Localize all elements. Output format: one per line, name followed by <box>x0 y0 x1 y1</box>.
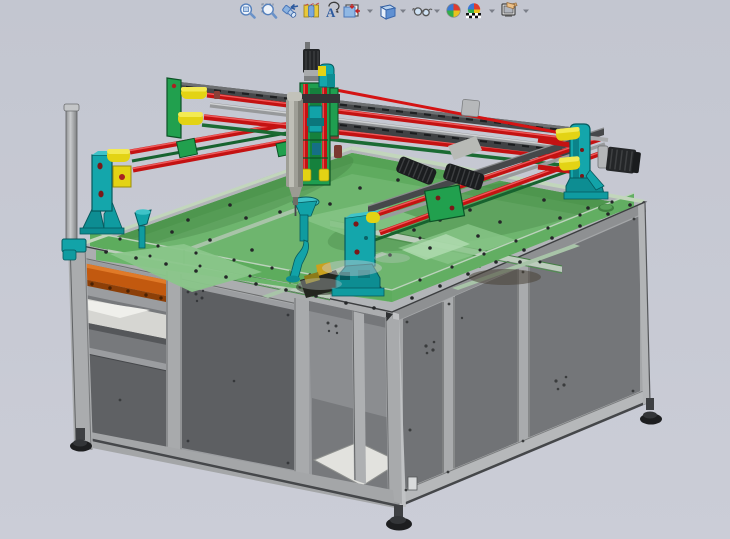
svg-text:A: A <box>326 5 336 20</box>
